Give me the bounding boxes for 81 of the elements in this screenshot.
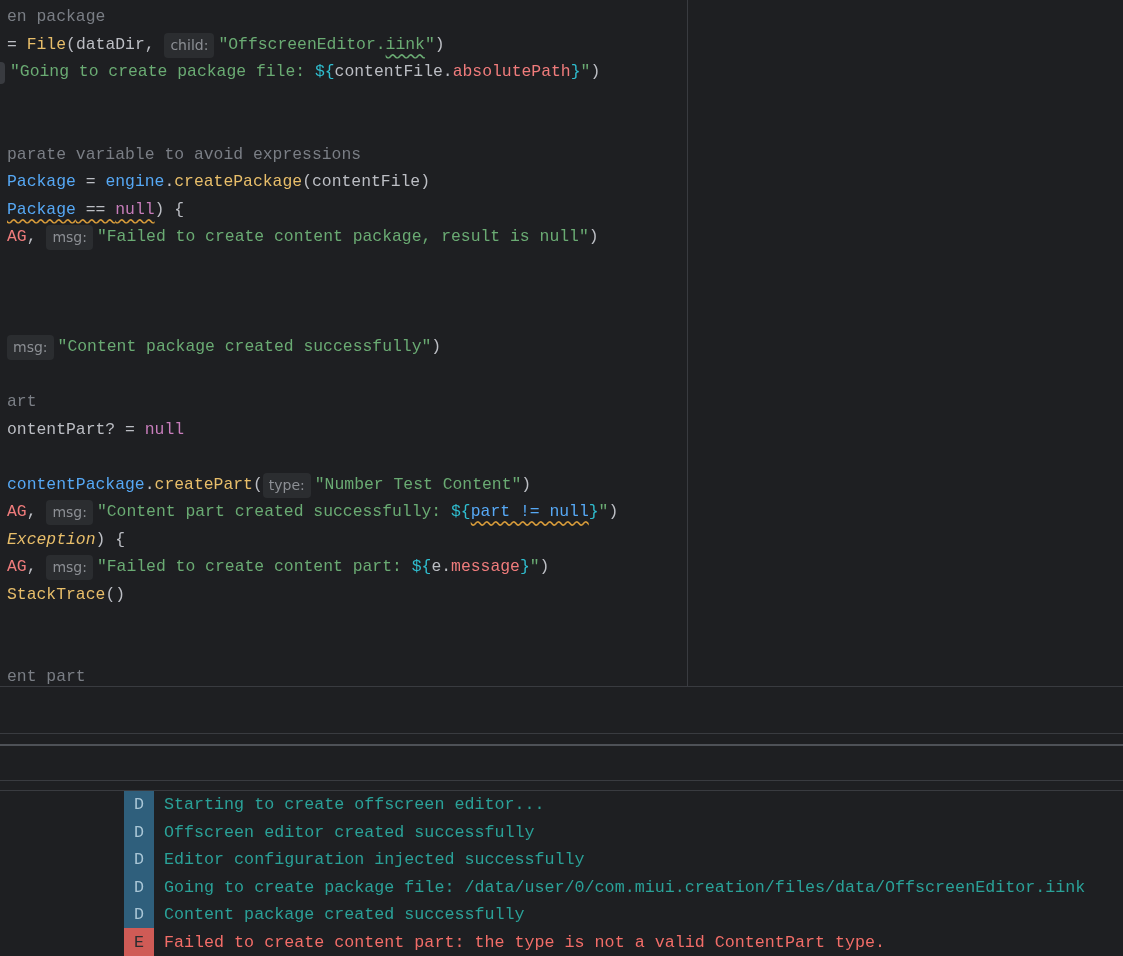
code-token: createPart bbox=[154, 473, 253, 496]
code-token: Package bbox=[7, 171, 76, 194]
code-comment: en package bbox=[7, 6, 106, 29]
code-comment: parate variable to avoid expressions bbox=[7, 143, 362, 166]
code-token: "Going to create package file: bbox=[10, 61, 307, 84]
code-token: } bbox=[588, 501, 599, 524]
code-comment: ent part bbox=[7, 666, 86, 686]
code-token: AG bbox=[7, 226, 27, 249]
inlay-hint: msg: bbox=[46, 555, 93, 581]
code-token: ) bbox=[434, 33, 445, 56]
code-token: = bbox=[7, 33, 18, 56]
code-token: (dataDir, bbox=[66, 33, 156, 56]
code-token: ${ bbox=[314, 61, 335, 84]
code-token: ) bbox=[590, 61, 601, 84]
code-token: . bbox=[164, 171, 175, 194]
code-token: "Content package created successfully" bbox=[57, 336, 432, 359]
inlay-hint: child: bbox=[164, 32, 215, 58]
code-token: " bbox=[598, 501, 609, 524]
code-token: iink bbox=[385, 33, 425, 56]
inlay-hint: msg: bbox=[46, 225, 93, 251]
code-token: . bbox=[144, 473, 155, 496]
code-token: ) bbox=[608, 501, 619, 524]
log-message: Editor configuration injected successfully bbox=[164, 849, 585, 872]
code-token: ${ bbox=[411, 556, 432, 579]
code-token: Exception bbox=[7, 528, 96, 551]
code-token: File bbox=[26, 33, 67, 56]
code-token: " bbox=[529, 556, 540, 579]
code-token: == bbox=[84, 198, 107, 221]
code-token: "Content part created successfully: bbox=[96, 501, 443, 524]
inlay-hint: type: bbox=[262, 472, 311, 498]
code-token: , bbox=[26, 501, 38, 524]
code-token: engine bbox=[105, 171, 165, 194]
log-message: Failed to create content part: the type is not a valid ContentPart type. bbox=[164, 931, 886, 954]
code-token: " bbox=[580, 61, 591, 84]
code-token: createPackage bbox=[174, 171, 303, 194]
code-token: } bbox=[519, 556, 530, 579]
log-message: Going to create package file: /data/user/0/com.miui.creation/files/data/OffscreenEditor.iink bbox=[164, 876, 1086, 899]
code-token: () bbox=[105, 583, 126, 606]
code-token: message bbox=[451, 556, 520, 579]
code-token: null bbox=[115, 198, 155, 221]
code-token: ) { bbox=[95, 528, 126, 551]
code-token: " bbox=[424, 33, 435, 56]
code-token: ) bbox=[521, 473, 532, 496]
code-token: "Number Test Content" bbox=[314, 473, 522, 496]
log-level-badge: E bbox=[124, 928, 154, 956]
log-message: Offscreen editor created successfully bbox=[164, 821, 535, 844]
log-level-badge: D bbox=[124, 873, 154, 901]
log-level-badge: D bbox=[124, 818, 154, 846]
inlay-hint: msg: bbox=[7, 335, 54, 361]
code-token: "Failed to create content package, result is null" bbox=[96, 226, 589, 249]
code-token: StackTrace bbox=[7, 583, 106, 606]
code-token: AG bbox=[7, 556, 27, 579]
code-token: Package bbox=[7, 198, 76, 221]
log-level-badge: D bbox=[124, 791, 154, 819]
log-level-badge: D bbox=[124, 846, 154, 874]
code-token: "OffscreenEditor. bbox=[218, 33, 386, 56]
log-message: Starting to create offscreen editor... bbox=[164, 794, 545, 817]
code-token: , bbox=[26, 556, 38, 579]
code-token: ) bbox=[588, 226, 599, 249]
code-token: ontentPart? = bbox=[7, 418, 136, 441]
code-token: ${ bbox=[451, 501, 471, 524]
code-token: ( bbox=[252, 473, 263, 496]
code-token: null bbox=[144, 418, 185, 441]
code-token: part != null bbox=[470, 501, 589, 524]
code-token: ) bbox=[431, 336, 442, 359]
code-token: , bbox=[26, 226, 38, 249]
log-level-badge: D bbox=[124, 901, 154, 929]
code-token: "Failed to create content part: bbox=[96, 556, 403, 579]
code-token: (contentFile) bbox=[302, 171, 430, 194]
code-token: contentPackage bbox=[7, 473, 145, 496]
code-token: absolutePath bbox=[452, 61, 571, 84]
code-token: } bbox=[570, 61, 581, 84]
code-token: ) { bbox=[154, 198, 185, 221]
code-token: ) bbox=[539, 556, 550, 579]
log-message: Content package created successfully bbox=[164, 904, 525, 927]
code-token: = bbox=[84, 171, 97, 194]
code-token: contentFile. bbox=[334, 61, 453, 84]
inlay-hint: msg: bbox=[46, 500, 93, 526]
code-comment: art bbox=[7, 391, 37, 414]
code-token: AG bbox=[7, 501, 27, 524]
code-token: e. bbox=[431, 556, 452, 579]
